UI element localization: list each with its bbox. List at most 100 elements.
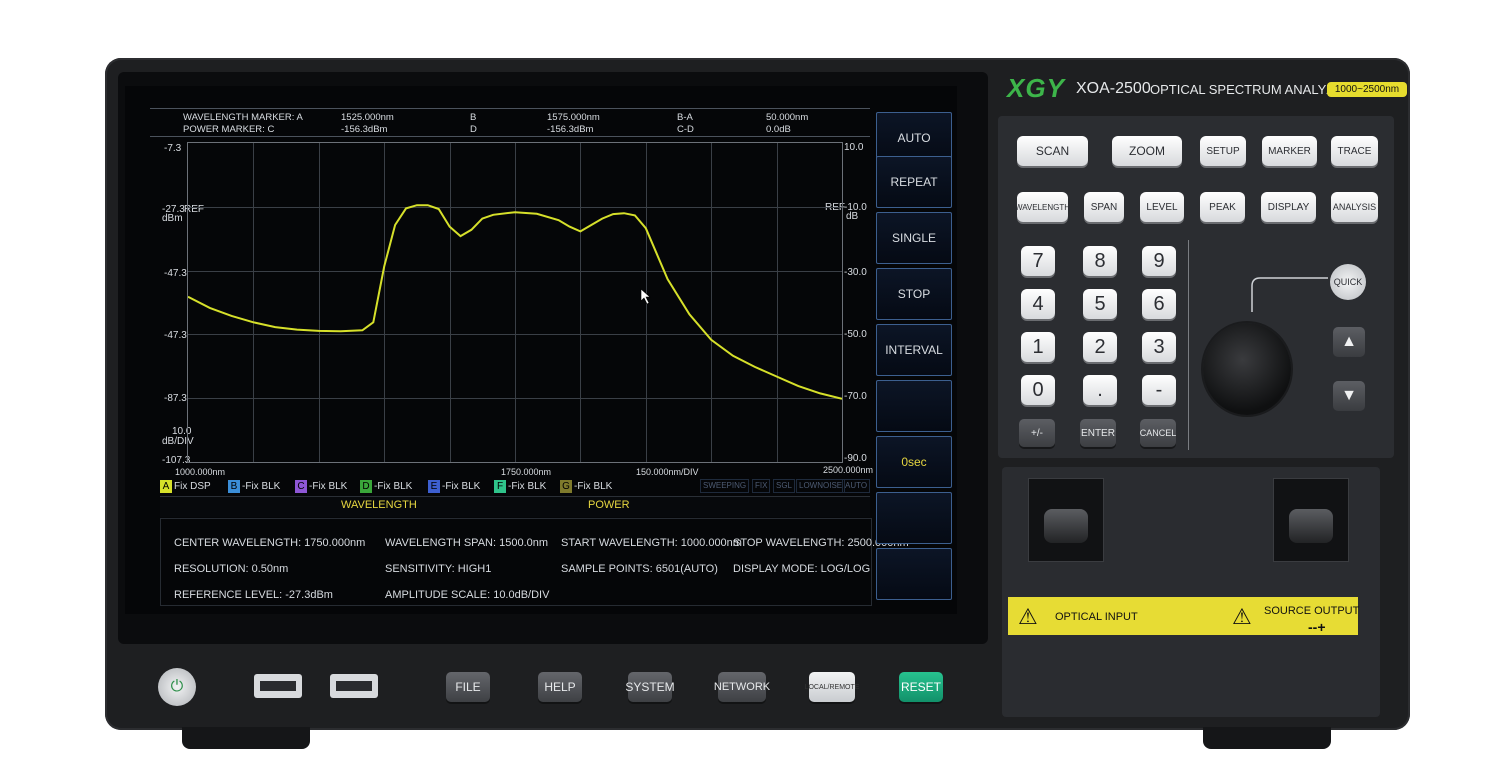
reset-button[interactable]: RESET bbox=[899, 672, 943, 702]
left-foot bbox=[182, 727, 310, 749]
menu-tab-power[interactable]: POWER bbox=[588, 500, 630, 511]
param-center-wavelength: CENTER WAVELENGTH: 1750.000nm bbox=[174, 537, 366, 549]
status-fix: FIX bbox=[752, 479, 771, 493]
marker-b-value: 1575.000nm bbox=[547, 112, 600, 123]
softkey-blank-3[interactable] bbox=[876, 548, 952, 600]
param-amplitude-scale: AMPLITUDE SCALE: 10.0dB/DIV bbox=[385, 589, 550, 601]
marker-b-label: B bbox=[470, 112, 477, 123]
power-icon[interactable]: ⏻ bbox=[158, 668, 196, 706]
local-remote-button[interactable]: LOCAL/REMOTE bbox=[805, 672, 859, 702]
trace-letter: D bbox=[360, 479, 372, 493]
trace-tag-b[interactable]: B -Fix BLK bbox=[228, 479, 280, 493]
keypad-8[interactable]: 8 bbox=[1083, 246, 1117, 276]
menu-tab-wavelength[interactable]: WAVELENGTH bbox=[341, 500, 417, 511]
keypad-9[interactable]: 9 bbox=[1142, 246, 1176, 276]
trace-tag-e[interactable]: E -Fix BLK bbox=[428, 479, 480, 493]
keypad-3[interactable]: 3 bbox=[1142, 332, 1176, 362]
enter-key[interactable]: ENTER bbox=[1080, 419, 1116, 447]
status-sweeping: SWEEPING bbox=[700, 479, 750, 493]
brand-logo: XGY bbox=[1007, 73, 1065, 103]
x-stop-label: 2500.000nm bbox=[823, 465, 874, 475]
left-tick-2: -47.3 bbox=[164, 268, 187, 279]
right-tick-5: -90.0 bbox=[844, 453, 867, 464]
trace-tag-d[interactable]: D -Fix BLK bbox=[360, 479, 412, 493]
softkey-blank-1[interactable] bbox=[876, 380, 952, 432]
usb-port-1 bbox=[254, 674, 302, 698]
softkey-blank-2[interactable] bbox=[876, 492, 952, 544]
mouse-cursor-icon bbox=[640, 288, 651, 305]
optical-input-label: OPTICAL INPUT bbox=[1055, 611, 1138, 623]
keypad-6[interactable]: 6 bbox=[1142, 289, 1176, 319]
rotary-knob[interactable] bbox=[1203, 323, 1291, 415]
range-badge: 1000~2500nm bbox=[1327, 82, 1407, 97]
help-button[interactable]: HELP bbox=[538, 672, 582, 702]
spectrum-svg bbox=[188, 143, 842, 462]
keypad-1[interactable]: 1 bbox=[1021, 332, 1055, 362]
trace-key[interactable]: TRACE bbox=[1331, 136, 1378, 166]
arrow-up-icon[interactable]: ▲ bbox=[1333, 327, 1365, 357]
param-start-wavelength: START WAVELENGTH: 1000.000nm bbox=[561, 537, 742, 549]
file-button[interactable]: FILE bbox=[446, 672, 490, 702]
display-key[interactable]: DISPLAY bbox=[1261, 192, 1316, 222]
power-marker-label: POWER MARKER: C bbox=[183, 124, 275, 135]
peak-key[interactable]: PEAK bbox=[1200, 192, 1245, 222]
wavelength-key[interactable]: WAVELENGTH bbox=[1015, 192, 1070, 222]
menu-tab-bar bbox=[160, 496, 870, 517]
zoom-key[interactable]: ZOOM bbox=[1112, 136, 1182, 166]
marker-cd-label: C-D bbox=[677, 124, 694, 135]
source-output-port[interactable] bbox=[1273, 478, 1349, 562]
left-tick-3: -47.3 bbox=[164, 330, 187, 341]
trace-label: -Fix BLK bbox=[309, 480, 348, 492]
status-lownoise: LOWNOISE bbox=[796, 479, 846, 493]
level-key[interactable]: LEVEL bbox=[1140, 192, 1184, 222]
marker-c-value: -156.3dBm bbox=[341, 124, 388, 135]
marker-key[interactable]: MARKER bbox=[1262, 136, 1317, 166]
softkey-stop[interactable]: STOP bbox=[876, 268, 952, 320]
softkey-single[interactable]: SINGLE bbox=[876, 212, 952, 264]
keypad-0[interactable]: 0 bbox=[1021, 375, 1055, 405]
status-auto: AUTO bbox=[842, 479, 871, 493]
knob-connector-line bbox=[1251, 277, 1328, 312]
wavelength-marker-label: WAVELENGTH MARKER: A bbox=[183, 112, 303, 123]
param-reference-level: REFERENCE LEVEL: -27.3dBm bbox=[174, 589, 333, 601]
spectrum-plot[interactable] bbox=[187, 142, 843, 463]
marker-ba-value: 50.000nm bbox=[766, 112, 809, 123]
softkey-repeat[interactable]: REPEAT bbox=[876, 156, 952, 208]
trace-tag-a[interactable]: A Fix DSP bbox=[160, 479, 211, 493]
keypad-4[interactable]: 4 bbox=[1021, 289, 1055, 319]
param-sample-points: SAMPLE POINTS: 6501(AUTO) bbox=[561, 563, 718, 575]
cancel-key[interactable]: CANCEL bbox=[1140, 419, 1176, 447]
softkey-interval[interactable]: INTERVAL bbox=[876, 324, 952, 376]
quick-button[interactable]: QUICK bbox=[1330, 264, 1366, 300]
plus-minus-key[interactable]: +/- bbox=[1019, 419, 1055, 447]
keypad-7[interactable]: 7 bbox=[1021, 246, 1055, 276]
trace-label: -Fix BLK bbox=[574, 480, 613, 492]
trace-letter: C bbox=[295, 479, 307, 493]
trace-letter: G bbox=[560, 479, 572, 493]
system-button[interactable]: SYSTEM bbox=[625, 672, 675, 702]
softkey-interval-value[interactable]: 0sec bbox=[876, 436, 952, 488]
keypad-5[interactable]: 5 bbox=[1083, 289, 1117, 319]
scan-key[interactable]: SCAN bbox=[1017, 136, 1088, 166]
network-button[interactable]: NETWORK bbox=[714, 672, 770, 702]
param-display-mode: DISPLAY MODE: LOG/LOG bbox=[733, 563, 871, 575]
optical-input-port[interactable] bbox=[1028, 478, 1104, 562]
marker-d-value: -156.3dBm bbox=[547, 124, 594, 135]
analysis-key[interactable]: ANALYSIS bbox=[1331, 192, 1378, 222]
keypad-dot[interactable]: . bbox=[1083, 375, 1117, 405]
trace-label: -Fix BLK bbox=[508, 480, 547, 492]
span-key[interactable]: SPAN bbox=[1084, 192, 1124, 222]
trace-tag-f[interactable]: F -Fix BLK bbox=[494, 479, 546, 493]
trace-tag-c[interactable]: C -Fix BLK bbox=[295, 479, 347, 493]
right-tick-3: -50.0 bbox=[844, 329, 867, 340]
setup-key[interactable]: SETUP bbox=[1200, 136, 1246, 166]
marker-d-label: D bbox=[470, 124, 477, 135]
trace-tag-g[interactable]: G -Fix BLK bbox=[560, 479, 612, 493]
keypad-2[interactable]: 2 bbox=[1083, 332, 1117, 362]
right-tick-0: 10.0 bbox=[844, 142, 864, 153]
arrow-down-icon[interactable]: ▼ bbox=[1333, 381, 1365, 411]
status-sgl: SGL bbox=[773, 479, 796, 493]
keypad-minus[interactable]: - bbox=[1142, 375, 1176, 405]
right-unit-label: dB bbox=[846, 211, 859, 222]
plot-grid bbox=[188, 143, 842, 462]
